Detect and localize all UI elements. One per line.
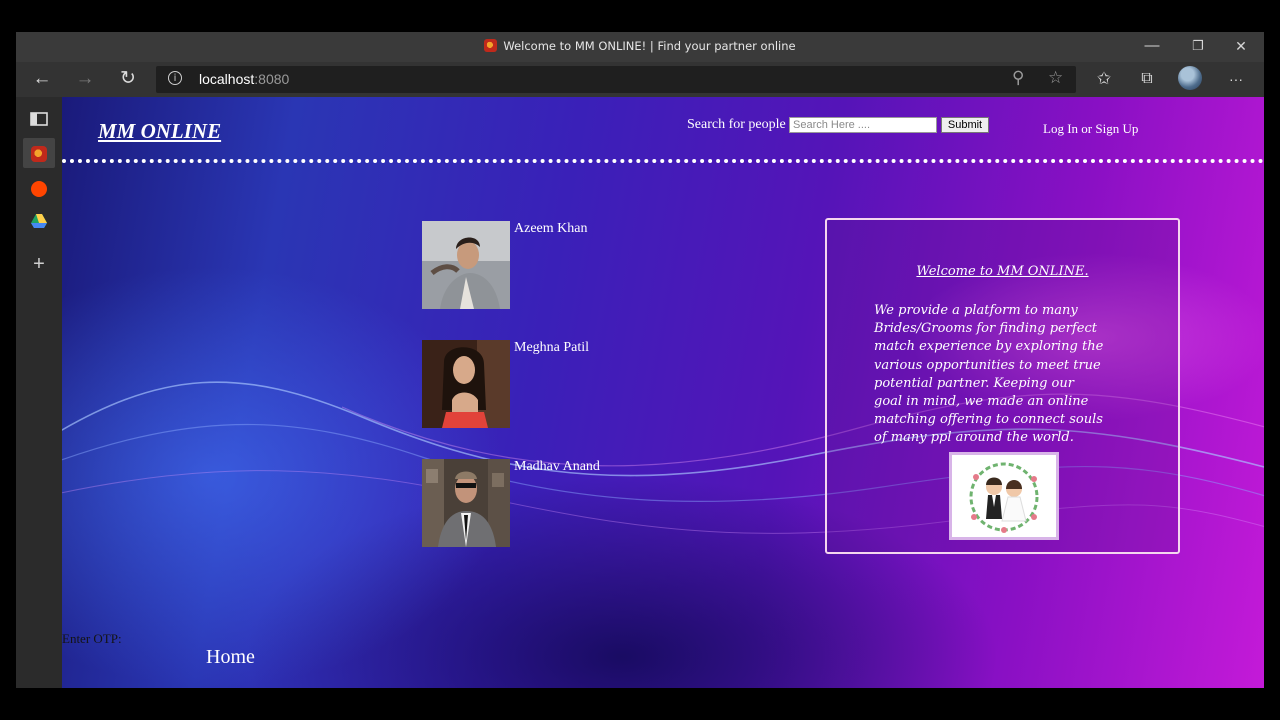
browser-toolbar: ← → ↻ i localhost:8080 ⚲ ☆ ✩ ⧉ ··· bbox=[16, 62, 1264, 97]
couple-illustration bbox=[949, 452, 1059, 540]
window-title-text: Welcome to MM ONLINE! | Find your partne… bbox=[503, 39, 796, 53]
profile-photo[interactable] bbox=[422, 221, 510, 309]
vertical-tabs-sidebar: + bbox=[16, 97, 62, 688]
more-icon[interactable]: ··· bbox=[1222, 66, 1250, 92]
welcome-line: match experience by exploring the bbox=[874, 339, 1104, 355]
welcome-line: goal in mind, we made an online bbox=[874, 394, 1089, 410]
window-title: Welcome to MM ONLINE! | Find your partne… bbox=[16, 39, 1264, 53]
close-button[interactable]: ✕ bbox=[1218, 32, 1264, 62]
favorite-star-icon[interactable]: ☆ bbox=[1048, 68, 1063, 88]
forward-button[interactable]: → bbox=[71, 66, 99, 92]
login-signup-link[interactable]: Log In or Sign Up bbox=[1043, 121, 1138, 137]
header-divider bbox=[62, 159, 1264, 163]
search-label: Search for people bbox=[687, 117, 786, 132]
browser-window: Welcome to MM ONLINE! | Find your partne… bbox=[16, 32, 1264, 688]
profile-name[interactable]: Madhav Anand bbox=[514, 459, 600, 475]
collections-icon[interactable]: ⧉ bbox=[1133, 66, 1161, 92]
site-info-icon[interactable]: i bbox=[168, 71, 182, 85]
profile-avatar[interactable] bbox=[1178, 66, 1202, 90]
profile-name[interactable]: Azeem Khan bbox=[514, 221, 587, 237]
profile-card[interactable]: Madhav Anand bbox=[422, 459, 652, 549]
url-host: localhost bbox=[199, 71, 255, 87]
site-logo[interactable]: MM ONLINE bbox=[98, 119, 221, 144]
active-tab-favicon-icon[interactable] bbox=[23, 138, 55, 168]
favorites-icon[interactable]: ✩ bbox=[1090, 66, 1118, 92]
profile-photo[interactable] bbox=[422, 459, 510, 547]
welcome-line: We provide a platform to many bbox=[874, 303, 1078, 318]
url-text[interactable]: localhost:8080 bbox=[199, 71, 289, 87]
refresh-button[interactable]: ↻ bbox=[114, 66, 142, 92]
restore-button[interactable]: ❐ bbox=[1175, 32, 1221, 62]
reddit-tab-icon[interactable] bbox=[23, 173, 55, 203]
welcome-line: potential partner. Keeping our bbox=[874, 375, 1074, 391]
zoom-icon[interactable]: ⚲ bbox=[1012, 68, 1024, 88]
welcome-description: We provide a platform to many Brides/Gro… bbox=[874, 302, 1142, 448]
home-link[interactable]: Home bbox=[206, 646, 255, 669]
welcome-line: Brides/Grooms for finding perfect bbox=[874, 321, 1097, 337]
welcome-line: various opportunities to meet true bbox=[874, 357, 1101, 373]
address-bar[interactable]: i localhost:8080 ⚲ ☆ bbox=[156, 66, 1076, 93]
welcome-title: Welcome to MM ONLINE. bbox=[916, 264, 1089, 279]
profile-card[interactable]: Meghna Patil bbox=[422, 340, 652, 430]
title-bar: Welcome to MM ONLINE! | Find your partne… bbox=[16, 32, 1264, 62]
site-favicon-icon bbox=[484, 39, 498, 52]
welcome-line: of many ppl around the world. bbox=[874, 430, 1074, 446]
profile-photo[interactable] bbox=[422, 340, 510, 428]
profile-name[interactable]: Meghna Patil bbox=[514, 340, 589, 356]
web-page: MM ONLINE Search for people Submit Log I… bbox=[62, 97, 1264, 688]
welcome-panel: Welcome to MM ONLINE. We provide a platf… bbox=[825, 218, 1180, 554]
otp-label: Enter OTP: bbox=[62, 631, 122, 646]
tab-actions-icon[interactable] bbox=[23, 105, 55, 135]
minimize-button[interactable]: — bbox=[1129, 32, 1175, 62]
url-port: :8080 bbox=[254, 71, 290, 87]
new-tab-icon[interactable]: + bbox=[23, 249, 55, 279]
welcome-line: matching offering to connect souls bbox=[874, 412, 1103, 428]
submit-button[interactable]: Submit bbox=[941, 117, 989, 133]
drive-tab-icon[interactable] bbox=[23, 207, 55, 237]
back-button[interactable]: ← bbox=[28, 66, 56, 92]
search-input[interactable] bbox=[789, 117, 937, 133]
profile-card[interactable]: Azeem Khan bbox=[422, 221, 652, 311]
